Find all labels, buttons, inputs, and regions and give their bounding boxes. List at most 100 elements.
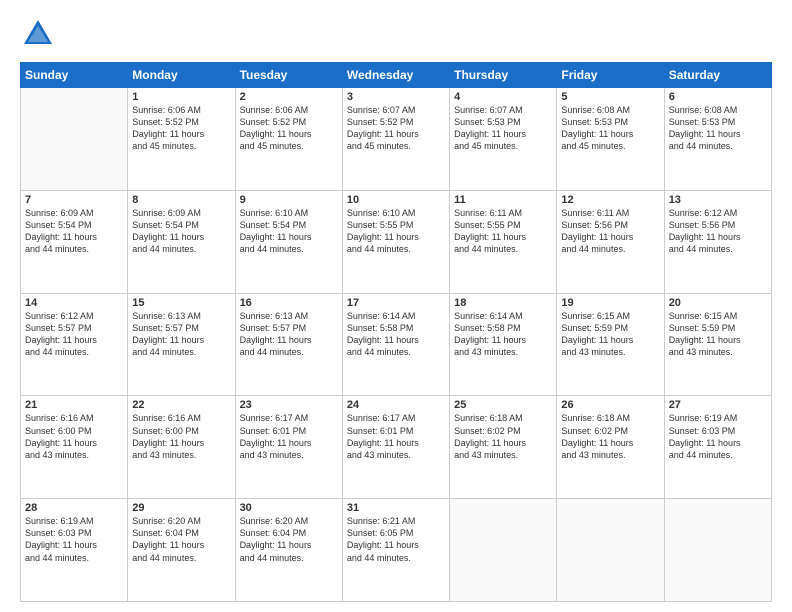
calendar-cell: 13Sunrise: 6:12 AM Sunset: 5:56 PM Dayli… (664, 190, 771, 293)
day-info: Sunrise: 6:18 AM Sunset: 6:02 PM Dayligh… (561, 412, 659, 461)
day-number: 27 (669, 399, 767, 411)
calendar-cell: 2Sunrise: 6:06 AM Sunset: 5:52 PM Daylig… (235, 88, 342, 191)
day-number: 4 (454, 91, 552, 103)
day-number: 23 (240, 399, 338, 411)
calendar-cell: 12Sunrise: 6:11 AM Sunset: 5:56 PM Dayli… (557, 190, 664, 293)
day-number: 24 (347, 399, 445, 411)
day-number: 1 (132, 91, 230, 103)
calendar-cell: 4Sunrise: 6:07 AM Sunset: 5:53 PM Daylig… (450, 88, 557, 191)
calendar-cell: 1Sunrise: 6:06 AM Sunset: 5:52 PM Daylig… (128, 88, 235, 191)
day-number: 8 (132, 194, 230, 206)
day-info: Sunrise: 6:17 AM Sunset: 6:01 PM Dayligh… (347, 412, 445, 461)
calendar-cell: 30Sunrise: 6:20 AM Sunset: 6:04 PM Dayli… (235, 499, 342, 602)
day-number: 17 (347, 297, 445, 309)
day-info: Sunrise: 6:11 AM Sunset: 5:55 PM Dayligh… (454, 207, 552, 256)
day-info: Sunrise: 6:08 AM Sunset: 5:53 PM Dayligh… (669, 104, 767, 153)
calendar-table: SundayMondayTuesdayWednesdayThursdayFrid… (20, 62, 772, 602)
calendar-cell (557, 499, 664, 602)
calendar-cell: 15Sunrise: 6:13 AM Sunset: 5:57 PM Dayli… (128, 293, 235, 396)
day-info: Sunrise: 6:21 AM Sunset: 6:05 PM Dayligh… (347, 515, 445, 564)
calendar-cell: 21Sunrise: 6:16 AM Sunset: 6:00 PM Dayli… (21, 396, 128, 499)
calendar-cell: 23Sunrise: 6:17 AM Sunset: 6:01 PM Dayli… (235, 396, 342, 499)
day-number: 14 (25, 297, 123, 309)
day-number: 25 (454, 399, 552, 411)
calendar-header-row: SundayMondayTuesdayWednesdayThursdayFrid… (21, 63, 772, 88)
day-number: 6 (669, 91, 767, 103)
day-number: 26 (561, 399, 659, 411)
day-info: Sunrise: 6:12 AM Sunset: 5:57 PM Dayligh… (25, 310, 123, 359)
day-info: Sunrise: 6:07 AM Sunset: 5:52 PM Dayligh… (347, 104, 445, 153)
calendar-cell: 9Sunrise: 6:10 AM Sunset: 5:54 PM Daylig… (235, 190, 342, 293)
calendar-cell: 10Sunrise: 6:10 AM Sunset: 5:55 PM Dayli… (342, 190, 449, 293)
header (20, 16, 772, 52)
calendar-day-header: Saturday (664, 63, 771, 88)
calendar-cell: 27Sunrise: 6:19 AM Sunset: 6:03 PM Dayli… (664, 396, 771, 499)
day-info: Sunrise: 6:17 AM Sunset: 6:01 PM Dayligh… (240, 412, 338, 461)
calendar-day-header: Wednesday (342, 63, 449, 88)
calendar-day-header: Friday (557, 63, 664, 88)
calendar-cell: 29Sunrise: 6:20 AM Sunset: 6:04 PM Dayli… (128, 499, 235, 602)
day-info: Sunrise: 6:16 AM Sunset: 6:00 PM Dayligh… (132, 412, 230, 461)
day-number: 19 (561, 297, 659, 309)
calendar-cell: 31Sunrise: 6:21 AM Sunset: 6:05 PM Dayli… (342, 499, 449, 602)
calendar-cell: 16Sunrise: 6:13 AM Sunset: 5:57 PM Dayli… (235, 293, 342, 396)
day-info: Sunrise: 6:13 AM Sunset: 5:57 PM Dayligh… (132, 310, 230, 359)
day-number: 18 (454, 297, 552, 309)
day-number: 11 (454, 194, 552, 206)
day-info: Sunrise: 6:16 AM Sunset: 6:00 PM Dayligh… (25, 412, 123, 461)
day-number: 5 (561, 91, 659, 103)
calendar-day-header: Monday (128, 63, 235, 88)
day-info: Sunrise: 6:20 AM Sunset: 6:04 PM Dayligh… (240, 515, 338, 564)
day-number: 29 (132, 502, 230, 514)
calendar-week-row: 14Sunrise: 6:12 AM Sunset: 5:57 PM Dayli… (21, 293, 772, 396)
day-number: 10 (347, 194, 445, 206)
day-info: Sunrise: 6:12 AM Sunset: 5:56 PM Dayligh… (669, 207, 767, 256)
calendar-cell: 22Sunrise: 6:16 AM Sunset: 6:00 PM Dayli… (128, 396, 235, 499)
day-info: Sunrise: 6:10 AM Sunset: 5:55 PM Dayligh… (347, 207, 445, 256)
calendar-cell: 11Sunrise: 6:11 AM Sunset: 5:55 PM Dayli… (450, 190, 557, 293)
calendar-cell: 18Sunrise: 6:14 AM Sunset: 5:58 PM Dayli… (450, 293, 557, 396)
calendar-cell: 8Sunrise: 6:09 AM Sunset: 5:54 PM Daylig… (128, 190, 235, 293)
page: SundayMondayTuesdayWednesdayThursdayFrid… (0, 0, 792, 612)
day-number: 15 (132, 297, 230, 309)
calendar-cell: 19Sunrise: 6:15 AM Sunset: 5:59 PM Dayli… (557, 293, 664, 396)
calendar-cell: 28Sunrise: 6:19 AM Sunset: 6:03 PM Dayli… (21, 499, 128, 602)
calendar-cell (21, 88, 128, 191)
logo-icon (20, 16, 56, 52)
day-number: 21 (25, 399, 123, 411)
day-number: 16 (240, 297, 338, 309)
calendar-cell: 25Sunrise: 6:18 AM Sunset: 6:02 PM Dayli… (450, 396, 557, 499)
day-info: Sunrise: 6:11 AM Sunset: 5:56 PM Dayligh… (561, 207, 659, 256)
calendar-day-header: Tuesday (235, 63, 342, 88)
calendar-cell: 17Sunrise: 6:14 AM Sunset: 5:58 PM Dayli… (342, 293, 449, 396)
day-info: Sunrise: 6:10 AM Sunset: 5:54 PM Dayligh… (240, 207, 338, 256)
calendar-week-row: 1Sunrise: 6:06 AM Sunset: 5:52 PM Daylig… (21, 88, 772, 191)
day-info: Sunrise: 6:06 AM Sunset: 5:52 PM Dayligh… (240, 104, 338, 153)
day-info: Sunrise: 6:14 AM Sunset: 5:58 PM Dayligh… (347, 310, 445, 359)
day-info: Sunrise: 6:06 AM Sunset: 5:52 PM Dayligh… (132, 104, 230, 153)
calendar-cell: 26Sunrise: 6:18 AM Sunset: 6:02 PM Dayli… (557, 396, 664, 499)
day-info: Sunrise: 6:07 AM Sunset: 5:53 PM Dayligh… (454, 104, 552, 153)
day-info: Sunrise: 6:14 AM Sunset: 5:58 PM Dayligh… (454, 310, 552, 359)
day-number: 30 (240, 502, 338, 514)
logo (20, 16, 60, 52)
day-info: Sunrise: 6:19 AM Sunset: 6:03 PM Dayligh… (669, 412, 767, 461)
day-info: Sunrise: 6:15 AM Sunset: 5:59 PM Dayligh… (561, 310, 659, 359)
day-info: Sunrise: 6:09 AM Sunset: 5:54 PM Dayligh… (132, 207, 230, 256)
day-number: 22 (132, 399, 230, 411)
calendar-cell: 6Sunrise: 6:08 AM Sunset: 5:53 PM Daylig… (664, 88, 771, 191)
calendar-cell (664, 499, 771, 602)
day-number: 3 (347, 91, 445, 103)
calendar-cell: 20Sunrise: 6:15 AM Sunset: 5:59 PM Dayli… (664, 293, 771, 396)
calendar-day-header: Sunday (21, 63, 128, 88)
calendar-cell (450, 499, 557, 602)
day-number: 28 (25, 502, 123, 514)
day-number: 7 (25, 194, 123, 206)
day-info: Sunrise: 6:09 AM Sunset: 5:54 PM Dayligh… (25, 207, 123, 256)
day-number: 20 (669, 297, 767, 309)
calendar-week-row: 7Sunrise: 6:09 AM Sunset: 5:54 PM Daylig… (21, 190, 772, 293)
day-number: 31 (347, 502, 445, 514)
day-info: Sunrise: 6:18 AM Sunset: 6:02 PM Dayligh… (454, 412, 552, 461)
calendar-day-header: Thursday (450, 63, 557, 88)
day-info: Sunrise: 6:08 AM Sunset: 5:53 PM Dayligh… (561, 104, 659, 153)
